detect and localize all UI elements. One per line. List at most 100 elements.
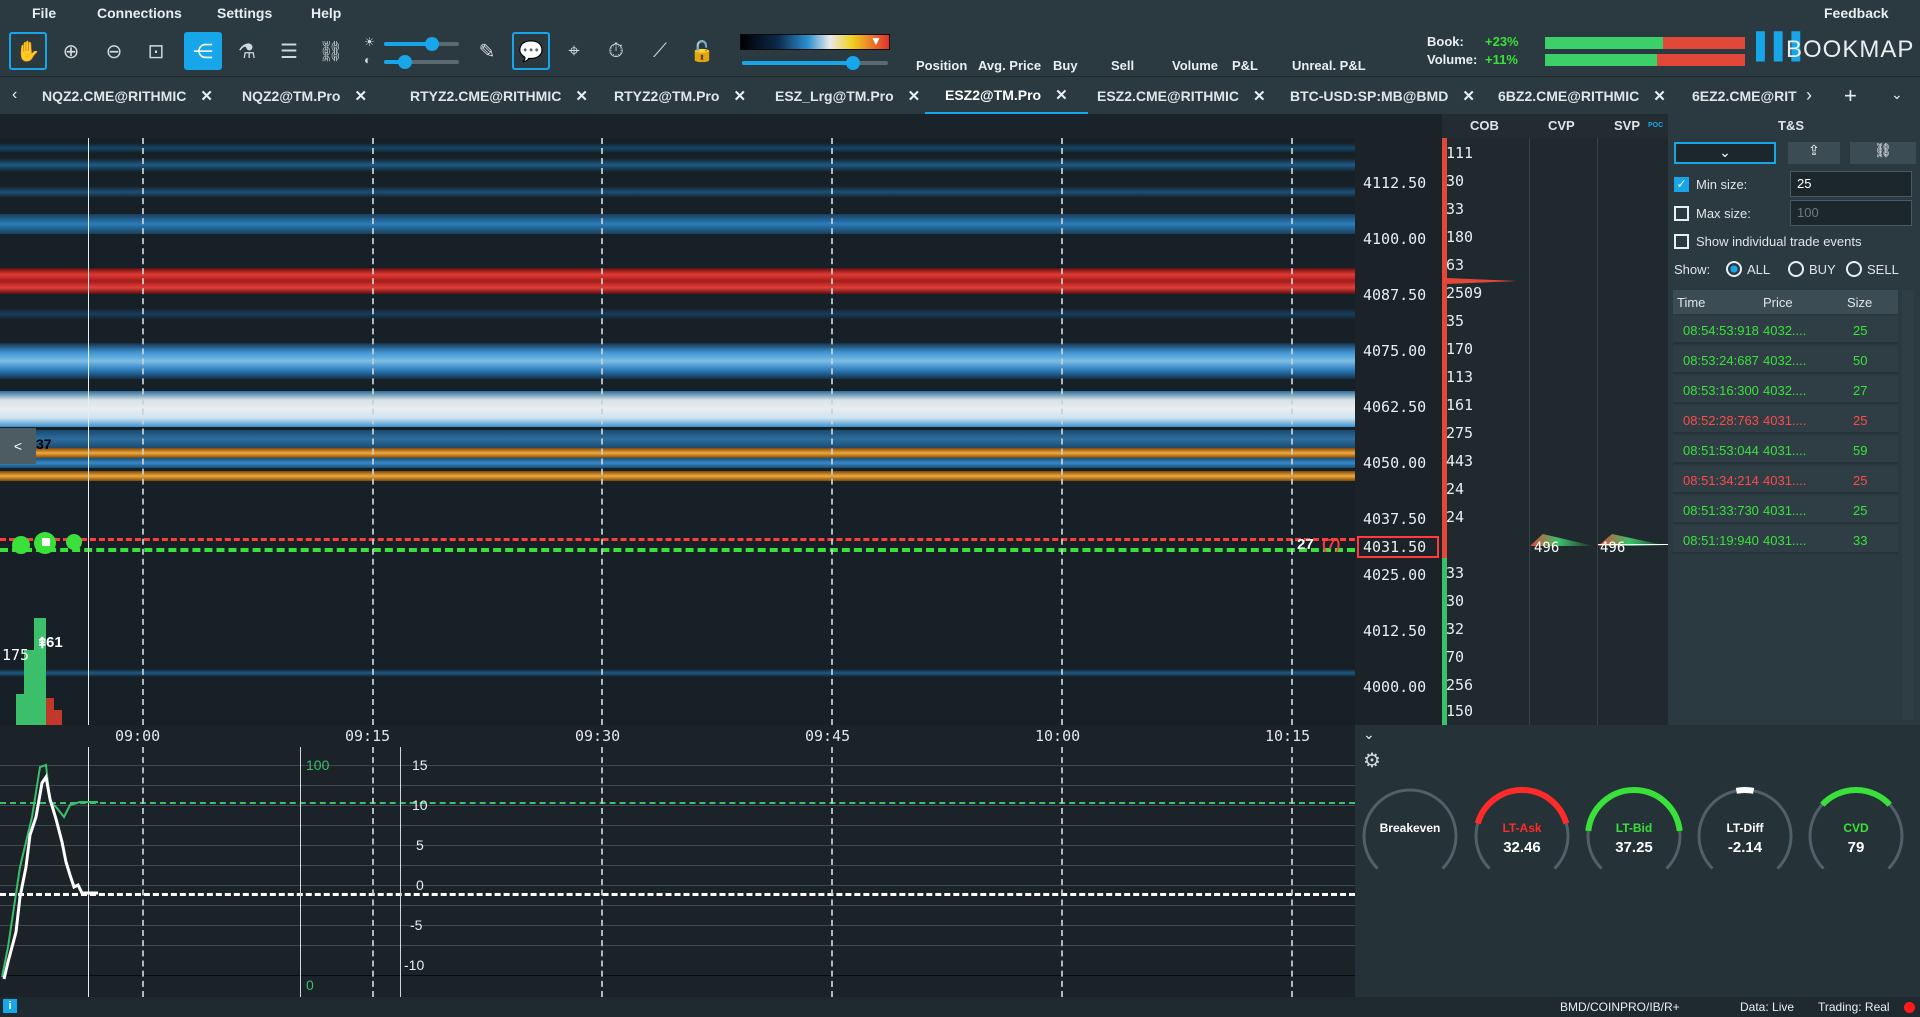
max-size-checkbox[interactable] [1674,206,1689,221]
ts-col-size[interactable]: Size [1847,295,1872,310]
close-icon[interactable]: ✕ [733,87,746,105]
ts-col-time[interactable]: Time [1677,295,1705,310]
tab-instrument[interactable]: ESZ2.CME@RITHMIC ✕ [1097,77,1266,115]
ts-price: 4031.... [1763,443,1807,458]
menu-file[interactable]: File [32,5,56,21]
chat-button[interactable]: 💬 [512,32,550,70]
info-icon[interactable]: i [3,999,17,1013]
heatmap-chart[interactable]: < 37 27 (7) 175 ⇞ 61 [0,138,1355,725]
cob-value: 70 [1446,648,1465,666]
chart-top-strip [0,114,1355,138]
ts-scrollbar[interactable] [1902,290,1914,720]
share-button[interactable]: ⋲ [184,32,222,70]
show-sell-radio[interactable] [1846,261,1862,277]
tab-instrument-active[interactable]: ESZ2@TM.Pro ✕ [925,77,1088,115]
ts-row[interactable]: 08:51:19:940 4031.... 33 [1673,526,1898,554]
tab-instrument[interactable]: 6BZ2.CME@RITHMIC ✕ [1498,77,1666,115]
tab-instrument[interactable]: ESZ_Lrg@TM.Pro ✕ [775,77,920,115]
pencil-button[interactable]: ✎ [468,32,506,70]
indicator-button[interactable]: ⚗ [228,32,266,70]
menu-settings[interactable]: Settings [217,5,272,21]
zoom-fit-button[interactable]: ⊡ [137,32,175,70]
ts-row[interactable]: 08:54:53:918 4032.... 25 [1673,316,1898,344]
show-individual-checkbox[interactable] [1674,234,1689,249]
pencil-icon: ✎ [478,40,496,63]
ts-link-button[interactable]: ⛓ [1850,142,1916,164]
gauge-value: 32.46 [1503,839,1541,856]
price-label: 4087.50 [1363,286,1427,304]
collapse-left-button[interactable]: < [0,428,36,464]
indicator-zero-line [0,893,1355,896]
tab-scroll-left-icon[interactable]: ‹ [12,86,17,104]
palette-range-slider[interactable] [742,56,888,70]
gauge-value: 37.25 [1615,839,1653,856]
brightness-slider[interactable] [384,37,459,51]
contrast-slider[interactable] [384,55,459,69]
tab-scroll-right-icon[interactable]: › [1806,85,1812,106]
time-gridline [601,138,603,725]
close-icon[interactable]: ✕ [1055,86,1068,104]
collapse-chevron-down-icon[interactable]: ⌄ [1363,726,1375,743]
ts-row[interactable]: 08:53:24:687 4032.... 50 [1673,346,1898,374]
time-axis[interactable]: 09:00 09:15 09:30 09:45 10:00 10:15 [0,725,1355,747]
chat-icon: 💬 [518,40,544,63]
lock-icon: 🔓 [689,40,715,63]
tab-list-chevron-down-icon[interactable]: ⌄ [1891,86,1903,103]
close-icon[interactable]: ✕ [200,87,213,105]
close-icon[interactable]: ✕ [354,87,367,105]
lock-button[interactable]: 🔓 [683,32,721,70]
indicator-baseline [0,975,1355,976]
show-all-radio[interactable] [1726,261,1742,277]
ts-row[interactable]: 08:53:16:300 4032.... 27 [1673,376,1898,404]
close-icon[interactable]: ✕ [1653,87,1666,105]
add-tab-icon[interactable]: + [1844,83,1857,109]
ts-row[interactable]: 08:52:28:763 4031.... 25 [1673,406,1898,434]
hand-tool-button[interactable]: ✋ [9,32,47,70]
tab-instrument[interactable]: 6EZ2.CME@RITH [1692,77,1797,115]
max-size-input[interactable]: 100 [1790,200,1912,226]
min-size-input[interactable]: 25 [1790,171,1912,197]
ts-size: 27 [1853,383,1868,398]
liquidity-band [0,458,1355,468]
close-icon[interactable]: ✕ [1462,87,1475,105]
zoom-in-button[interactable]: ⊕ [52,32,90,70]
close-icon[interactable]: ✕ [1253,87,1266,105]
tab-instrument[interactable]: NQZ2.CME@RITHMIC ✕ [42,77,213,115]
chart-line-button[interactable]: ⟋ [641,32,679,70]
ts-export-button[interactable]: ⇪ [1788,142,1840,164]
price-axis[interactable]: 4112.50 4100.00 4087.50 4075.00 4062.50 … [1355,114,1442,725]
ts-row[interactable]: 08:51:53:044 4031.... 59 [1673,436,1898,464]
timer-button[interactable]: ⏱ [597,32,635,70]
indicator-gridline [0,885,1355,886]
heatmap-palette-select[interactable] [740,34,890,50]
zoom-out-button[interactable]: ⊖ [95,32,133,70]
ts-col-price[interactable]: Price [1763,295,1793,310]
tab-instrument[interactable]: BTC-USD:SP:MB@BMD ✕ [1290,77,1475,115]
indicator-tick: 5 [416,837,424,853]
tab-instrument[interactable]: RTYZ2@TM.Pro ✕ [614,77,746,115]
link-button[interactable]: ⛓ [312,32,350,70]
ts-row[interactable]: 08:51:34:214 4031.... 25 [1673,466,1898,494]
ts-filter-dropdown[interactable]: ⌄ [1674,142,1776,164]
feedback-link[interactable]: Feedback [1824,5,1889,21]
ts-row[interactable]: 08:51:33:730 4031.... 25 [1673,496,1898,524]
gauge-label: LT-Ask [1502,821,1542,835]
show-buy-radio[interactable] [1788,261,1804,277]
volume-label: Volume: [1427,52,1478,67]
tab-instrument[interactable]: NQZ2@TM.Pro ✕ [242,77,367,115]
time-label: 09:15 [345,727,391,745]
ts-size: 33 [1853,533,1868,548]
menu-connections[interactable]: Connections [97,5,182,21]
indicator-pane[interactable]: 100 0 15 10 5 0 -5 -10 [0,747,1355,997]
crosshair-button[interactable]: ⌖ [555,32,593,70]
gear-icon[interactable]: ⚙ [1363,748,1381,773]
close-icon[interactable]: ✕ [575,87,588,105]
layers-button[interactable]: ☰ [270,32,308,70]
tab-instrument[interactable]: RTYZ2.CME@RITHMIC ✕ [410,77,588,115]
menu-help[interactable]: Help [311,5,341,21]
cob-value: 33 [1446,564,1465,582]
close-icon[interactable]: ✕ [908,87,921,105]
gauge-value: -2.14 [1727,839,1763,856]
min-size-checkbox[interactable]: ✓ [1674,177,1689,192]
ts-header: T&S [1778,118,1804,133]
